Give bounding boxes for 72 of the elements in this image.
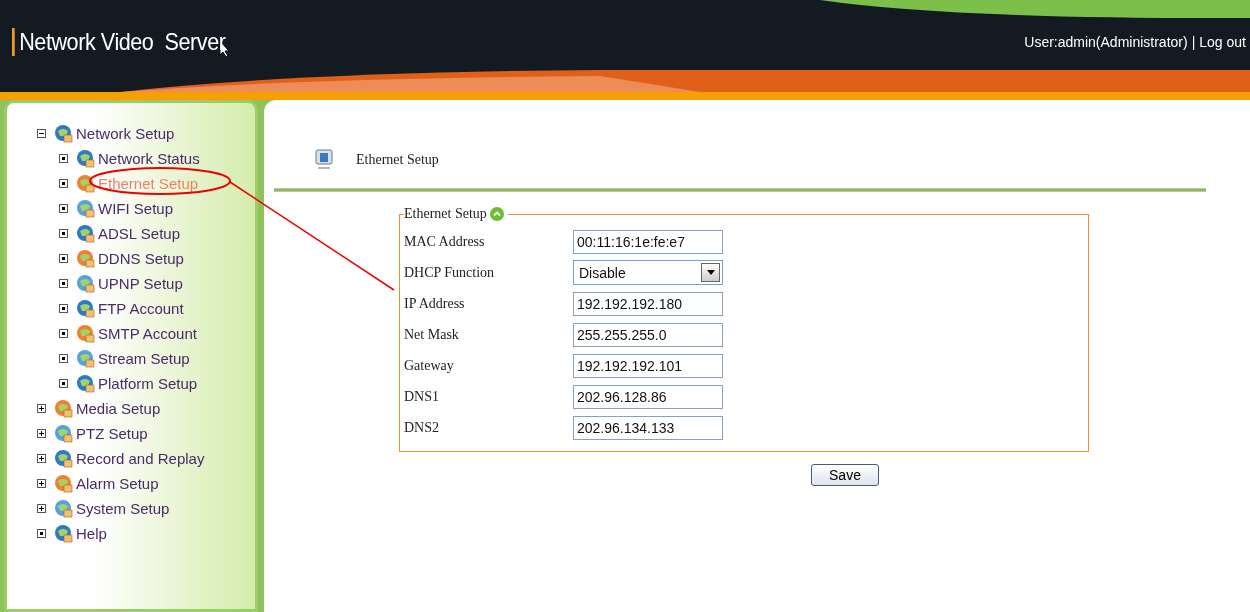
- sidebar-item[interactable]: Platform Setup: [98, 375, 198, 392]
- sidebar-item[interactable]: FTP Account: [98, 300, 184, 317]
- globe-icon: [76, 373, 96, 394]
- save-button[interactable]: Save: [811, 464, 879, 486]
- globe-icon: [76, 348, 96, 369]
- sidebar-item[interactable]: UPNP Setup: [98, 275, 183, 292]
- field-label: DNS1: [404, 388, 440, 405]
- sidebar-item[interactable]: Record and Replay: [76, 450, 205, 467]
- sidebar-item[interactable]: ADSL Setup: [98, 225, 180, 242]
- sidebar-item[interactable]: System Setup: [76, 500, 170, 517]
- field-label: IP Address: [404, 295, 466, 312]
- sidebar-item[interactable]: WIFI Setup: [98, 200, 174, 217]
- tree-expander[interactable]: [37, 129, 46, 138]
- input-field[interactable]: 192.192.192.101: [573, 353, 723, 378]
- globe-icon: [54, 498, 74, 519]
- tree-expander[interactable]: [59, 329, 68, 338]
- tree-expander[interactable]: [59, 254, 68, 263]
- tree-expander[interactable]: [37, 404, 46, 413]
- tree-expander[interactable]: [59, 304, 68, 313]
- input-field[interactable]: 255.255.255.0: [573, 322, 723, 347]
- tree-expander[interactable]: [59, 279, 68, 288]
- separator: |: [1191, 34, 1196, 50]
- tree-expander[interactable]: [37, 454, 46, 463]
- sidebar-item[interactable]: PTZ Setup: [76, 425, 148, 442]
- globe-icon: [76, 298, 96, 319]
- group-title: Ethernet Setup: [404, 206, 487, 222]
- sidebar-item[interactable]: DDNS Setup: [98, 250, 184, 267]
- tree-expander[interactable]: [37, 529, 46, 538]
- field-label: DNS2: [404, 419, 440, 436]
- logout-link[interactable]: Log out: [1199, 34, 1246, 50]
- tree-expander[interactable]: [37, 429, 46, 438]
- tree-expander[interactable]: [59, 379, 68, 388]
- input-field[interactable]: 192.192.192.180: [573, 291, 723, 316]
- globe-icon: [76, 223, 96, 244]
- tree-expander[interactable]: [59, 204, 68, 213]
- globe-icon: [76, 148, 96, 169]
- field-label: DHCP Function: [404, 264, 496, 281]
- tree-expander[interactable]: [59, 154, 68, 163]
- sidebar-item[interactable]: Network Status: [98, 150, 200, 167]
- globe-icon: [76, 173, 96, 194]
- caret-icon: [701, 263, 720, 282]
- sidebar-item[interactable]: Network Setup: [76, 125, 175, 142]
- dropdown[interactable]: Disable: [573, 260, 723, 285]
- globe-icon: [76, 273, 96, 294]
- tree-expander[interactable]: [59, 179, 68, 188]
- globe-icon: [54, 523, 74, 544]
- sidebar-item[interactable]: Help: [76, 525, 107, 542]
- globe-icon: [54, 123, 74, 144]
- globe-icon: [54, 473, 74, 494]
- tree-expander[interactable]: [37, 504, 46, 513]
- monitor-icon: [314, 148, 334, 172]
- page-title: Ethernet Setup: [356, 152, 439, 168]
- input-field[interactable]: 00:11:16:1e:fe:e7: [573, 229, 723, 254]
- sidebar-item[interactable]: Media Setup: [76, 400, 161, 417]
- tree-expander[interactable]: [37, 479, 46, 488]
- field-label: Net Mask: [404, 326, 460, 343]
- sidebar-item[interactable]: SMTP Account: [98, 325, 197, 342]
- globe-icon: [76, 198, 96, 219]
- globe-icon: [76, 248, 96, 269]
- user-label: User:admin(Administrator): [1024, 34, 1188, 50]
- input-field[interactable]: 202.96.134.133: [573, 415, 723, 440]
- sidebar-item[interactable]: Alarm Setup: [76, 475, 159, 492]
- input-field[interactable]: 202.96.128.86: [573, 384, 723, 409]
- field-label: MAC Address: [404, 233, 486, 250]
- globe-icon: [54, 398, 74, 419]
- tree-expander[interactable]: [59, 354, 68, 363]
- globe-icon: [54, 448, 74, 469]
- field-label: Gateway: [404, 357, 455, 374]
- sidebar-item[interactable]: Stream Setup: [98, 350, 190, 367]
- globe-icon: [54, 423, 74, 444]
- globe-icon: [76, 323, 96, 344]
- tree-expander[interactable]: [59, 229, 68, 238]
